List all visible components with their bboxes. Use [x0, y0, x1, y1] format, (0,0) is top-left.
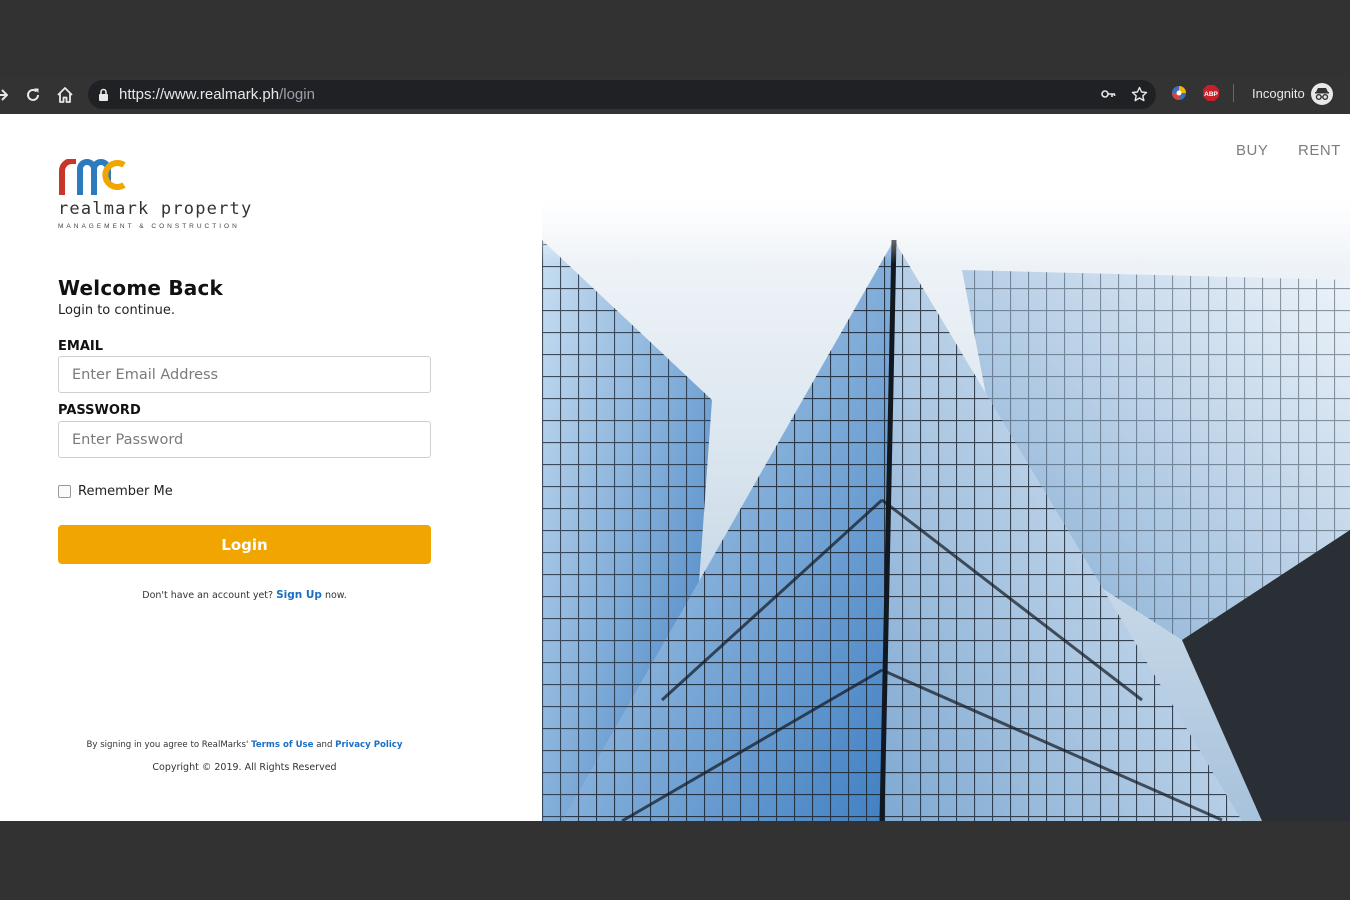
- signup-link[interactable]: Sign Up: [276, 589, 322, 601]
- rmc-logo[interactable]: [58, 158, 128, 203]
- page-subtitle: Login to continue.: [58, 303, 176, 318]
- adblock-icon[interactable]: ABP: [1202, 84, 1220, 106]
- hero-building-image: [542, 200, 1350, 821]
- privacy-link[interactable]: Privacy Policy: [335, 740, 402, 750]
- url-path: /login: [279, 86, 315, 103]
- remember-me-label[interactable]: Remember Me: [78, 484, 173, 499]
- hero-top-fade: [542, 114, 1350, 264]
- page-title: Welcome Back: [58, 276, 224, 300]
- terms-link[interactable]: Terms of Use: [251, 740, 313, 750]
- email-label: EMAIL: [58, 339, 103, 354]
- incognito-icon[interactable]: [1311, 83, 1333, 105]
- toolbar-separator: [1233, 84, 1234, 102]
- login-panel: [0, 114, 542, 821]
- signup-suffix: now.: [321, 590, 347, 601]
- home-icon[interactable]: [54, 76, 76, 114]
- signup-prompt: Don't have an account yet? Sign Up now.: [58, 589, 431, 601]
- url-text: https://www.realmark.ph/login: [119, 80, 315, 109]
- star-icon[interactable]: [1131, 86, 1148, 107]
- nav-buy-link[interactable]: BUY: [1236, 142, 1268, 159]
- adblock-badge-text: ABP: [1204, 91, 1218, 98]
- agree-prefix: By signing in you agree to RealMarks': [86, 740, 252, 750]
- agree-and: and: [313, 740, 336, 750]
- incognito-label: Incognito: [1252, 86, 1305, 101]
- address-bar[interactable]: https://www.realmark.ph/login: [88, 80, 1156, 109]
- forward-icon[interactable]: [0, 76, 10, 114]
- lock-icon: [98, 87, 109, 106]
- copyright-text: Copyright © 2019. All Rights Reserved: [152, 762, 337, 773]
- key-icon[interactable]: [1100, 86, 1116, 106]
- email-field[interactable]: [58, 356, 431, 393]
- nav-rent-link[interactable]: RENT: [1298, 142, 1341, 159]
- brand-name: realmark property: [58, 199, 253, 219]
- terms-agreement: By signing in you agree to RealMarks' Te…: [58, 740, 431, 750]
- page-viewport: BUY RENT realmark property MANAGEMENT & …: [0, 114, 1350, 821]
- extension-icon[interactable]: [1170, 84, 1188, 106]
- remember-me-row: Remember Me: [58, 484, 173, 499]
- login-button[interactable]: Login: [58, 525, 431, 564]
- url-host: https://www.realmark.ph: [119, 86, 280, 103]
- password-label: PASSWORD: [58, 403, 141, 418]
- reload-icon[interactable]: [22, 76, 44, 114]
- remember-me-checkbox[interactable]: [58, 485, 71, 498]
- password-field[interactable]: [58, 421, 431, 458]
- brand-tagline: MANAGEMENT & CONSTRUCTION: [58, 223, 240, 230]
- signup-prefix: Don't have an account yet?: [142, 590, 277, 601]
